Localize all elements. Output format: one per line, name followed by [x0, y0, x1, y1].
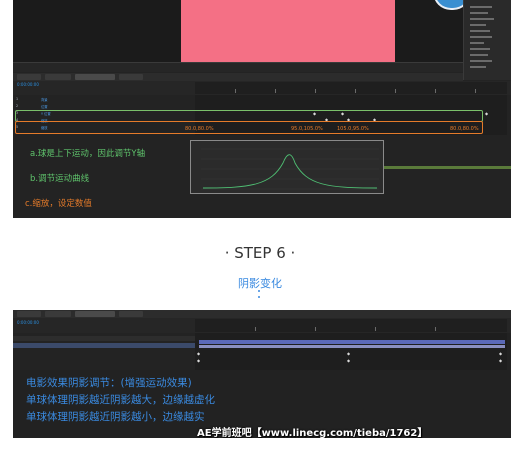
scale-value: 80.0,80.0%: [185, 126, 214, 132]
scale-value: 95.0,105.0%: [291, 126, 323, 132]
layer-row[interactable]: [13, 350, 195, 355]
layer-list: [13, 333, 195, 370]
layer-duration-bar[interactable]: [199, 345, 505, 348]
layer-row-selected[interactable]: [13, 343, 195, 348]
watermark: AE学前班吧【www.linecg.com/tieba/1762】: [197, 428, 428, 438]
annotation-c: c.缩放，设定数值: [25, 199, 92, 209]
layer-row[interactable]: [13, 357, 195, 362]
pink-composition-canvas: [181, 0, 471, 62]
scale-highlight: [15, 121, 483, 134]
annotation-a: a.球是上下运动，因此调节Y轴: [30, 149, 146, 159]
step-heading: · STEP 6 ·: [224, 244, 296, 262]
layer-duration-bar[interactable]: [199, 340, 505, 344]
keyframe-icon[interactable]: ◆: [499, 351, 502, 356]
timecode-display[interactable]: 0:00:00:00: [17, 82, 39, 87]
bottom-ae-screenshot: 0:00:00:00 ◆ ◆ ◆ ◆ ◆ ◆ 电影效果阴影调节：(增强运动效果)…: [13, 310, 511, 438]
top-ae-screenshot: 0:00:00:00 1 背景 2 位置 3 Y 位置 4 缩放 5 缩放 ◆ …: [13, 0, 511, 218]
scale-value: 105.0,95.0%: [337, 126, 369, 132]
viewer-toolbar[interactable]: [13, 62, 463, 72]
shadow-note: 单球体理阴影越近阴影越小，边缘越实: [26, 411, 205, 423]
scale-value: 80.0,80.0%: [450, 126, 479, 132]
keyframe-icon[interactable]: ◆: [347, 351, 350, 356]
layer-row[interactable]: 2 位置: [13, 104, 195, 109]
motion-curve: [191, 141, 383, 193]
graph-editor[interactable]: [190, 140, 384, 194]
layer-row[interactable]: [13, 336, 195, 341]
shadow-note: 单球体理阴影越近阴影越大，边缘越虚化: [26, 394, 215, 406]
keyframe-icon[interactable]: ◆: [485, 111, 488, 116]
divider-dots: [258, 288, 261, 300]
layer-row[interactable]: 1 背景: [13, 97, 195, 102]
shadow-note: 电影效果阴影调节：(增强运动效果): [26, 377, 192, 389]
annotation-b: b.调节运动曲线: [30, 174, 90, 184]
time-ruler[interactable]: [195, 319, 507, 332]
keyframe-icon[interactable]: ◆: [499, 358, 502, 363]
keyframe-icon[interactable]: ◆: [197, 351, 200, 356]
timecode-display[interactable]: 0:00:00:00: [17, 320, 39, 325]
work-area-bar[interactable]: [379, 166, 511, 169]
keyframe-icon[interactable]: ◆: [197, 358, 200, 363]
effects-panel: [463, 0, 511, 80]
keyframe-icon[interactable]: ◆: [347, 358, 350, 363]
composition-viewer: [13, 0, 511, 62]
timeline-tracks[interactable]: ◆ ◆ ◆ ◆ ◆ ◆: [195, 333, 507, 370]
time-ruler[interactable]: [195, 82, 511, 169]
